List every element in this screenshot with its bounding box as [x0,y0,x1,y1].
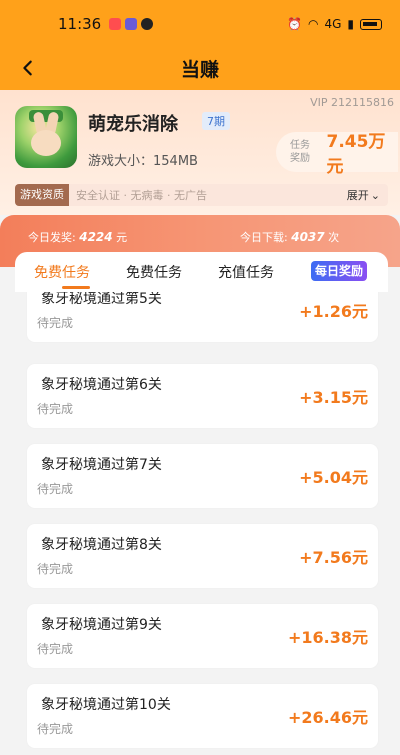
tab-underline [62,286,90,289]
task-reward-amount: 7.45万元 [326,132,386,177]
task-reward: +3.15元 [299,388,368,407]
chevron-left-icon [23,60,32,76]
chevron-down-icon: ⌄ [370,188,380,202]
app-logo [15,106,77,168]
back-button[interactable] [14,54,42,82]
expand-label: 展开 [346,189,369,202]
app-name: 萌宠乐消除 [88,114,178,135]
expand-button[interactable]: 展开 ⌄ [347,187,380,203]
task-reward: +16.38元 [287,628,368,647]
qualification-text: 安全认证 · 无病毒 · 无广告 [76,189,207,202]
alarm-icon: ⏰ [287,17,302,31]
status-time: 11:36 [58,15,102,33]
notification-icons [109,18,154,30]
wifi-icon: ◠ [307,17,319,31]
task-title: 象牙秘境通过第5关 [41,292,162,307]
task-item[interactable]: 象牙秘境通过第7关 待完成 +5.04元 [27,444,378,508]
today-reward-unit: 元 [116,231,128,244]
vip-id: VIP 212115816 [310,96,394,109]
battery-icon [360,18,382,30]
task-list: 象牙秘境通过第5关 待完成 +1.26元 象牙秘境通过第6关 待完成 +3.15… [15,292,388,755]
today-download-unit: 次 [328,231,340,244]
task-title: 象牙秘境通过第7关 [41,457,162,473]
status-bar: 11:36 ⏰ ◠ 4G ▮ [0,0,400,48]
message-icon [141,18,154,30]
today-download-value: 4037 [291,230,325,244]
task-reward-label: 任务奖励 [290,140,310,164]
task-status: 待完成 [37,722,74,736]
top-bar: 11:36 ⏰ ◠ 4G ▮ 当赚 [0,0,400,92]
task-item[interactable]: 象牙秘境通过第6关 待完成 +3.15元 [27,364,378,428]
qualification-tag: 游戏资质 [15,184,69,206]
task-reward: +1.26元 [299,302,368,321]
task-status: 待完成 [37,562,74,576]
signal-icon: ▮ [347,17,354,31]
notification-app-icon [125,18,138,30]
today-download-label: 今日下载: [240,231,288,244]
tab-free-task-active[interactable]: 免费任务 [34,262,90,282]
task-reward: +5.04元 [299,468,368,487]
task-item[interactable]: 象牙秘境通过第5关 待完成 +1.26元 [27,292,378,342]
task-title: 象牙秘境通过第8关 [41,537,162,553]
task-title: 象牙秘境通过第10关 [41,697,171,713]
task-item[interactable]: 象牙秘境通过第10关 待完成 +26.46元 [27,684,378,748]
task-status: 待完成 [37,642,74,656]
task-item[interactable]: 象牙秘境通过第8关 待完成 +7.56元 [27,524,378,588]
tab-recharge-task[interactable]: 充值任务 [218,262,274,282]
task-status: 待完成 [37,482,74,496]
task-reward-box: 任务奖励 7.45万元 [276,132,398,177]
task-status: 待完成 [37,402,74,416]
nav-bar: 当赚 [0,48,400,88]
task-reward: +7.56元 [299,548,368,567]
today-download: 今日下载: 4037 次 [240,229,339,245]
task-item[interactable]: 象牙秘境通过第9关 待完成 +16.38元 [27,604,378,668]
daily-reward-button[interactable]: 每日奖励 [311,261,368,281]
notification-app-icon [109,18,122,30]
task-title: 象牙秘境通过第9关 [41,617,162,633]
task-reward: +26.46元 [287,708,368,727]
task-tabs: 免费任务 免费任务 充值任务 每日奖励 [15,252,388,292]
tab-free-task[interactable]: 免费任务 [126,262,182,282]
qualification-row[interactable]: 游戏资质 安全认证 · 无病毒 · 无广告 展开 ⌄ [15,184,388,206]
today-reward-value: 4224 [79,230,113,244]
task-title: 象牙秘境通过第6关 [41,377,162,393]
page-title: 当赚 [180,58,219,81]
today-reward: 今日发奖: 4224 元 [28,229,127,245]
task-status: 待完成 [37,316,74,330]
period-badge: 7期 [202,112,230,130]
app-size: 游戏大小：154MB [88,154,198,169]
network-label: 4G [324,17,342,31]
status-indicators: ⏰ ◠ 4G ▮ [287,17,382,31]
today-reward-label: 今日发奖: [28,231,76,244]
